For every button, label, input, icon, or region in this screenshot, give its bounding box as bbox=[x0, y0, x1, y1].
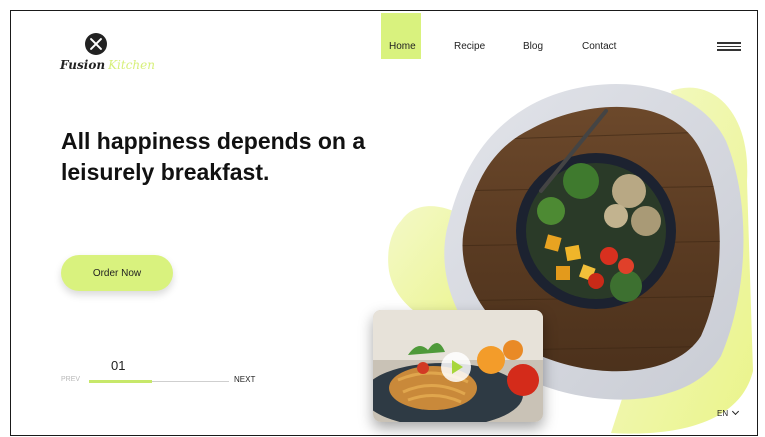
slide-progress-fill bbox=[89, 380, 152, 383]
logo-text-accent: Kitchen bbox=[108, 58, 155, 72]
hero-headline-line2: leisurely breakfast. bbox=[61, 159, 270, 185]
chevron-down-icon bbox=[732, 407, 740, 416]
page-frame: Fusion Kitchen Home Recipe Blog Contact A… bbox=[10, 10, 758, 436]
logo[interactable]: Fusion Kitchen bbox=[55, 31, 155, 83]
logo-text-primary: Fusion bbox=[60, 58, 106, 72]
nav-item-blog[interactable]: Blog bbox=[523, 41, 543, 52]
nav-active-highlight bbox=[381, 13, 421, 59]
language-selector[interactable]: EN bbox=[717, 407, 740, 418]
play-icon[interactable] bbox=[441, 352, 471, 382]
nav-item-contact[interactable]: Contact bbox=[582, 41, 616, 52]
logo-text: Fusion Kitchen bbox=[60, 58, 155, 72]
order-now-button[interactable]: Order Now bbox=[61, 255, 173, 291]
video-thumbnail[interactable] bbox=[373, 310, 543, 422]
prev-button[interactable]: PREV bbox=[61, 376, 80, 383]
hero-headline: All happiness depends on a leisurely bre… bbox=[61, 126, 421, 188]
hero-headline-line1: All happiness depends on a bbox=[61, 128, 366, 154]
hamburger-icon[interactable] bbox=[717, 42, 741, 52]
nav-item-recipe[interactable]: Recipe bbox=[454, 41, 485, 52]
slide-number: 01 bbox=[111, 358, 126, 373]
slide-progress-track bbox=[89, 380, 229, 383]
nav-item-home[interactable]: Home bbox=[389, 41, 416, 52]
next-button[interactable]: NEXT bbox=[234, 375, 255, 384]
language-label: EN bbox=[717, 409, 729, 418]
close-circle-icon bbox=[85, 33, 107, 55]
